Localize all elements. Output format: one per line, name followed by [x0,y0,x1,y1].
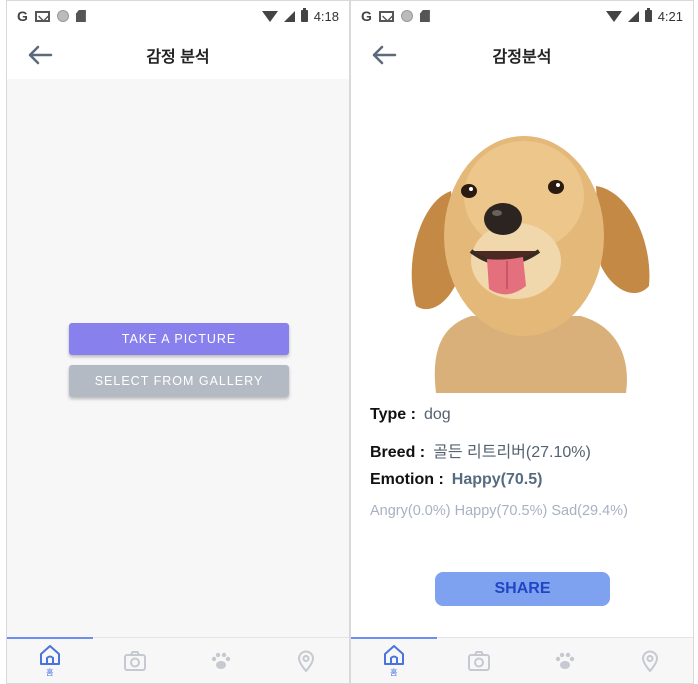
status-time: 4:18 [313,8,339,24]
take-picture-button[interactable]: TAKE A PICTURE [69,323,289,355]
nav-tab-location[interactable] [264,638,350,683]
type-value: dog [423,406,451,423]
location-icon [298,650,315,673]
type-label: Type : [370,406,416,423]
dog-photo [411,136,650,393]
google-icon: G [17,8,28,24]
sd-card-icon [419,10,430,22]
bottom-nav: 홈 [7,637,349,683]
nav-tab-home[interactable]: 홈 [7,638,93,683]
capture-area: TAKE A PICTURE SELECT FROM GALLERY [7,79,349,637]
circle-icon [400,10,413,22]
page-title: 감정분석 [492,49,552,66]
sd-card-icon [75,10,86,22]
app-header: 감정분석 [351,31,693,79]
status-time: 4:21 [657,8,683,24]
home-icon [383,645,404,665]
nav-tab-pet[interactable] [178,638,264,683]
nav-tab-camera[interactable] [437,638,523,683]
nav-tab-camera[interactable] [93,638,179,683]
gmail-icon [378,10,394,22]
breed-label: Breed : [370,444,426,461]
nav-tab-pet[interactable] [522,638,608,683]
bottom-nav: 홈 [351,637,693,683]
nav-home-label: 홈 [46,668,54,677]
nav-tab-home[interactable]: 홈 [351,638,437,683]
location-icon [642,650,659,673]
emotion-row: Emotion : Happy(70.5) [370,471,542,489]
emotion-label: Emotion : [370,471,444,488]
emotion-value: Happy(70.5) [451,471,543,488]
emotion-breakdown: Angry(0.0%) Happy(70.5%) Sad(29.4%) [370,503,628,519]
camera-icon [468,650,491,671]
google-icon: G [361,8,372,24]
signal-icon [283,10,295,22]
home-icon [39,645,60,665]
back-arrow-icon[interactable] [27,45,53,65]
share-button[interactable]: SHARE [435,572,610,606]
paw-icon [555,652,574,669]
phone-result: G 4:21 감정분석 Type: dog Breed: 골든 리트리버(2… [350,0,694,684]
app-header: 감정 분석 [7,31,349,79]
wifi-icon [605,10,622,22]
select-from-gallery-button[interactable]: SELECT FROM GALLERY [69,365,289,397]
battery-icon [644,8,652,22]
type-row: Type : dog [370,406,451,424]
circle-icon [56,10,69,22]
back-arrow-icon[interactable] [371,45,397,65]
nav-tab-location[interactable] [608,638,694,683]
camera-icon [124,650,147,671]
signal-icon [627,10,639,22]
wifi-icon [261,10,278,22]
nav-home-label: 홈 [390,668,398,677]
gmail-icon [34,10,50,22]
status-bar: G 4:18 [7,1,349,31]
page-title: 감정 분석 [146,49,210,66]
paw-icon [211,652,230,669]
breed-value: 골든 리트리버(27.10%) [433,444,591,461]
breed-row: Breed : 골든 리트리버(27.10%) [370,438,591,462]
phone-screen-capture: G 4:18 감정 분석 TAKE A PICTURE SELECT FROM … [6,0,350,684]
battery-icon [300,8,308,22]
status-bar: G 4:21 [351,1,693,31]
